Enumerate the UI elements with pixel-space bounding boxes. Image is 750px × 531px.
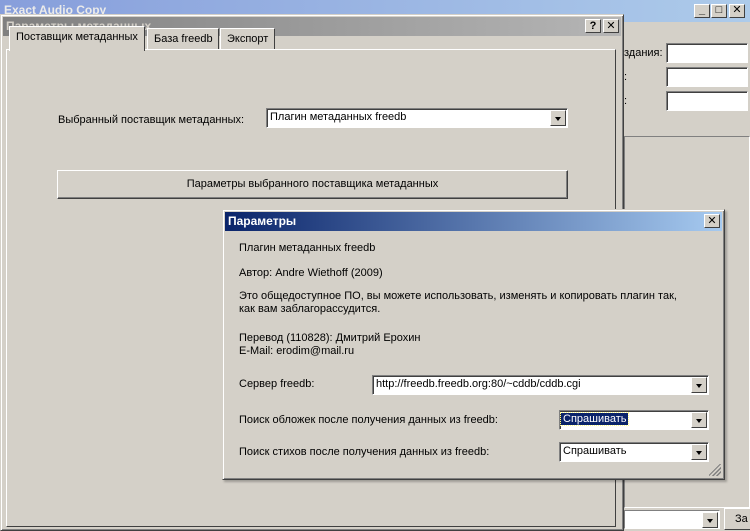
cover-search-value: Спрашивать — [560, 412, 630, 426]
chevron-down-icon[interactable] — [691, 412, 707, 428]
params-dialog: Параметры ✕ Плагин метаданных freedb Авт… — [222, 209, 725, 480]
plugin-author: Автор: Andre Wiethoff (2009) — [239, 267, 383, 279]
tab-export[interactable]: Экспорт — [220, 28, 275, 50]
bg-input-2[interactable] — [666, 67, 748, 87]
lyrics-search-label: Поиск стихов после получения данных из f… — [239, 446, 490, 458]
minimize-icon[interactable]: _ — [694, 4, 710, 18]
plugin-name: Плагин метаданных freedb — [239, 242, 376, 254]
lyrics-search-value: Спрашивать — [563, 445, 627, 457]
chevron-down-icon[interactable] — [550, 110, 566, 126]
bg-partial-button[interactable]: За — [724, 508, 750, 530]
help-icon[interactable]: ? — [585, 19, 601, 33]
server-select[interactable]: http://freedb.freedb.org:80/~cddb/cddb.c… — [372, 375, 709, 395]
bg-field-label-2: : — [624, 71, 628, 83]
chevron-down-icon[interactable] — [691, 444, 707, 460]
cover-search-label: Поиск обложек после получения данных из … — [239, 414, 498, 426]
bg-field-label-1: здания: — [624, 47, 663, 59]
eac-close-icon[interactable]: ✕ — [729, 4, 745, 18]
chevron-down-icon[interactable] — [691, 377, 707, 393]
tab-metadata-provider[interactable]: Поставщик метаданных — [9, 26, 145, 51]
bg-input-1[interactable] — [666, 43, 748, 63]
license-line-1: Это общедоступное ПО, вы можете использо… — [239, 290, 677, 302]
params-title: Параметры — [228, 214, 297, 228]
cover-search-select[interactable]: Спрашивать — [559, 410, 709, 430]
provider-label: Выбранный поставщик метаданных: — [58, 114, 245, 126]
tab-label: Экспорт — [227, 33, 269, 45]
translation-credit: Перевод (110828): Дмитрий Ерохин — [239, 332, 421, 344]
bg-combo[interactable] — [624, 510, 720, 529]
tab-freedb[interactable]: База freedb — [147, 28, 219, 50]
chevron-down-icon[interactable] — [702, 512, 718, 528]
provider-settings-button[interactable]: Параметры выбранного поставщика метаданн… — [57, 170, 568, 199]
server-label: Сервер freedb: — [239, 378, 315, 390]
bg-field-label-3: : — [624, 95, 628, 107]
resize-grip-icon[interactable] — [709, 464, 721, 476]
license-line-2: как вам заблагорассудится. — [239, 303, 381, 315]
tab-label: Поставщик метаданных — [16, 31, 138, 43]
provider-select[interactable]: Плагин метаданных freedb — [266, 108, 568, 128]
lyrics-search-select[interactable]: Спрашивать — [559, 442, 709, 462]
params-title-bar: Параметры ✕ — [225, 212, 722, 231]
bg-input-3[interactable] — [666, 91, 748, 111]
server-select-value: http://freedb.freedb.org:80/~cddb/cddb.c… — [376, 378, 581, 390]
provider-select-value: Плагин метаданных freedb — [270, 111, 407, 123]
maximize-icon[interactable]: □ — [711, 4, 727, 18]
tab-label: База freedb — [154, 33, 213, 45]
close-icon[interactable]: ✕ — [704, 214, 720, 228]
close-icon[interactable]: ✕ — [603, 19, 619, 33]
translator-email: E-Mail: erodim@mail.ru — [239, 345, 355, 357]
